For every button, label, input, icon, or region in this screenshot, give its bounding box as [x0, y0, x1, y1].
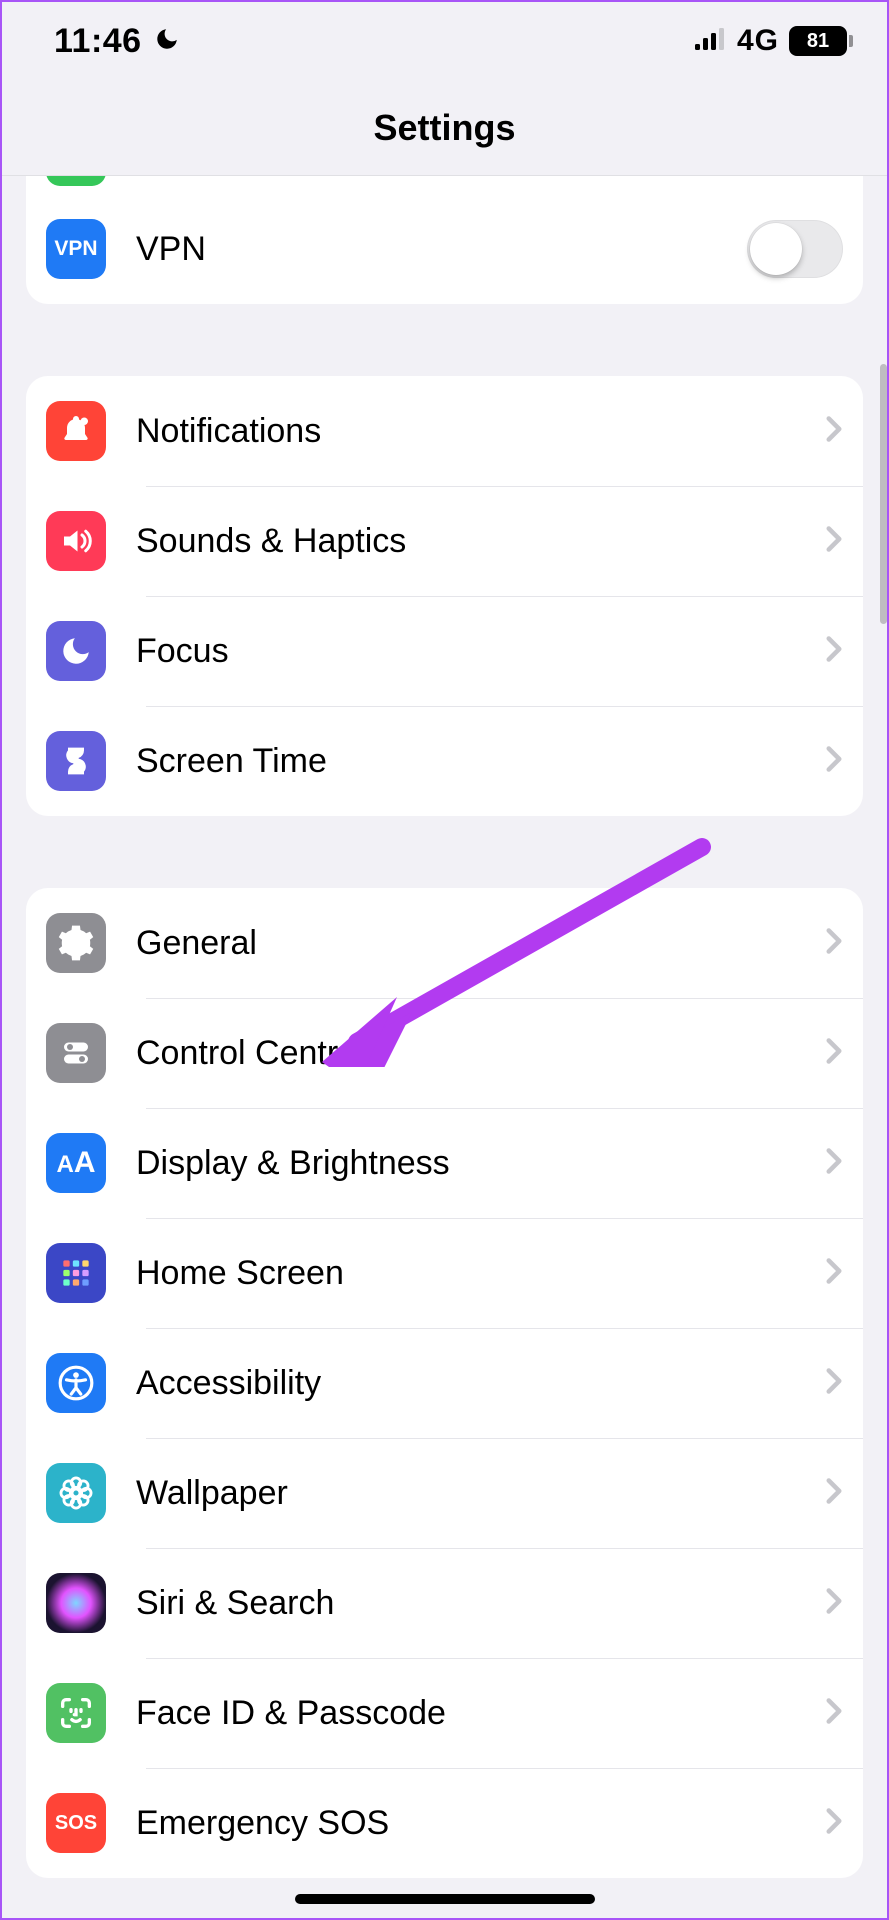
- dnd-moon-icon: [154, 26, 180, 57]
- bell-icon: [46, 401, 106, 461]
- row-sounds[interactable]: Sounds & Haptics: [26, 486, 863, 596]
- battery-level: 81: [789, 26, 847, 56]
- chevron-right-icon: [825, 1477, 843, 1510]
- flower-icon: [46, 1463, 106, 1523]
- accessibility-icon: [46, 1353, 106, 1413]
- status-bar-left: 11:46: [54, 22, 180, 61]
- battery-tip-icon: [849, 35, 853, 47]
- row-faceid[interactable]: Face ID & Passcode: [26, 1658, 863, 1768]
- battery-indicator: 81: [789, 26, 853, 56]
- chevron-right-icon: [825, 1037, 843, 1070]
- row-label: VPN: [136, 230, 747, 269]
- moon-icon: [46, 621, 106, 681]
- app-grid-icon: [46, 1243, 106, 1303]
- chevron-right-icon: [825, 1147, 843, 1180]
- settings-group-connectivity: VPN VPN: [26, 176, 863, 304]
- row-sos[interactable]: SOS Emergency SOS: [26, 1768, 863, 1878]
- status-bar-right: 4G 81: [695, 24, 853, 58]
- siri-icon: [46, 1573, 106, 1633]
- chevron-right-icon: [825, 1587, 843, 1620]
- row-label: Accessibility: [136, 1364, 815, 1403]
- chevron-right-icon: [825, 927, 843, 960]
- row-label: General: [136, 924, 815, 963]
- row-label: Screen Time: [136, 742, 815, 781]
- row-accessibility[interactable]: Accessibility: [26, 1328, 863, 1438]
- switches-icon: [46, 1023, 106, 1083]
- chevron-right-icon: [825, 1257, 843, 1290]
- text-size-icon: AA: [46, 1133, 106, 1193]
- settings-screen: 11:46 4G 81 Settings VPN: [2, 2, 887, 1918]
- row-label: Sounds & Haptics: [136, 522, 815, 561]
- row-general[interactable]: General: [26, 888, 863, 998]
- vpn-toggle[interactable]: [747, 220, 843, 278]
- chevron-right-icon: [825, 745, 843, 778]
- row-display[interactable]: AA Display & Brightness: [26, 1108, 863, 1218]
- row-label: Control Centre: [136, 1034, 815, 1073]
- row-label: Display & Brightness: [136, 1144, 815, 1183]
- status-bar: 11:46 4G 81: [2, 2, 887, 80]
- chevron-right-icon: [825, 635, 843, 668]
- row-wallpaper[interactable]: Wallpaper: [26, 1438, 863, 1548]
- nav-bar: Settings: [2, 80, 887, 176]
- chevron-right-icon: [825, 1697, 843, 1730]
- row-siri[interactable]: Siri & Search: [26, 1548, 863, 1658]
- scroll-indicator: [880, 364, 887, 624]
- cellular-bars-icon: [695, 28, 727, 55]
- sos-icon: SOS: [46, 1793, 106, 1853]
- chevron-right-icon: [825, 1367, 843, 1400]
- chevron-right-icon: [825, 415, 843, 448]
- row-label: Siri & Search: [136, 1584, 815, 1623]
- gear-icon: [46, 913, 106, 973]
- previous-row-stub: [26, 176, 863, 194]
- vpn-icon: VPN: [46, 219, 106, 279]
- speaker-icon: [46, 511, 106, 571]
- row-vpn[interactable]: VPN VPN: [26, 194, 863, 304]
- chevron-right-icon: [825, 1807, 843, 1840]
- home-indicator: [295, 1894, 595, 1904]
- row-label: Notifications: [136, 412, 815, 451]
- row-notifications[interactable]: Notifications: [26, 376, 863, 486]
- chevron-right-icon: [825, 525, 843, 558]
- faceid-icon: [46, 1683, 106, 1743]
- row-label: Face ID & Passcode: [136, 1694, 815, 1733]
- row-home-screen[interactable]: Home Screen: [26, 1218, 863, 1328]
- settings-group-device: General Control Centre AA Display & Brig…: [26, 888, 863, 1878]
- hourglass-icon: [46, 731, 106, 791]
- row-label: Wallpaper: [136, 1474, 815, 1513]
- row-label: Focus: [136, 632, 815, 671]
- row-label: Home Screen: [136, 1254, 815, 1293]
- status-time: 11:46: [54, 22, 142, 61]
- row-screen-time[interactable]: Screen Time: [26, 706, 863, 816]
- page-title: Settings: [373, 107, 515, 149]
- row-focus[interactable]: Focus: [26, 596, 863, 706]
- row-control-centre[interactable]: Control Centre: [26, 998, 863, 1108]
- network-type: 4G: [737, 24, 779, 58]
- settings-group-attention: Notifications Sounds & Haptics Focus: [26, 376, 863, 816]
- settings-scroll[interactable]: VPN VPN Notifications Sounds & Haptics: [2, 176, 887, 1878]
- row-label: Emergency SOS: [136, 1804, 815, 1843]
